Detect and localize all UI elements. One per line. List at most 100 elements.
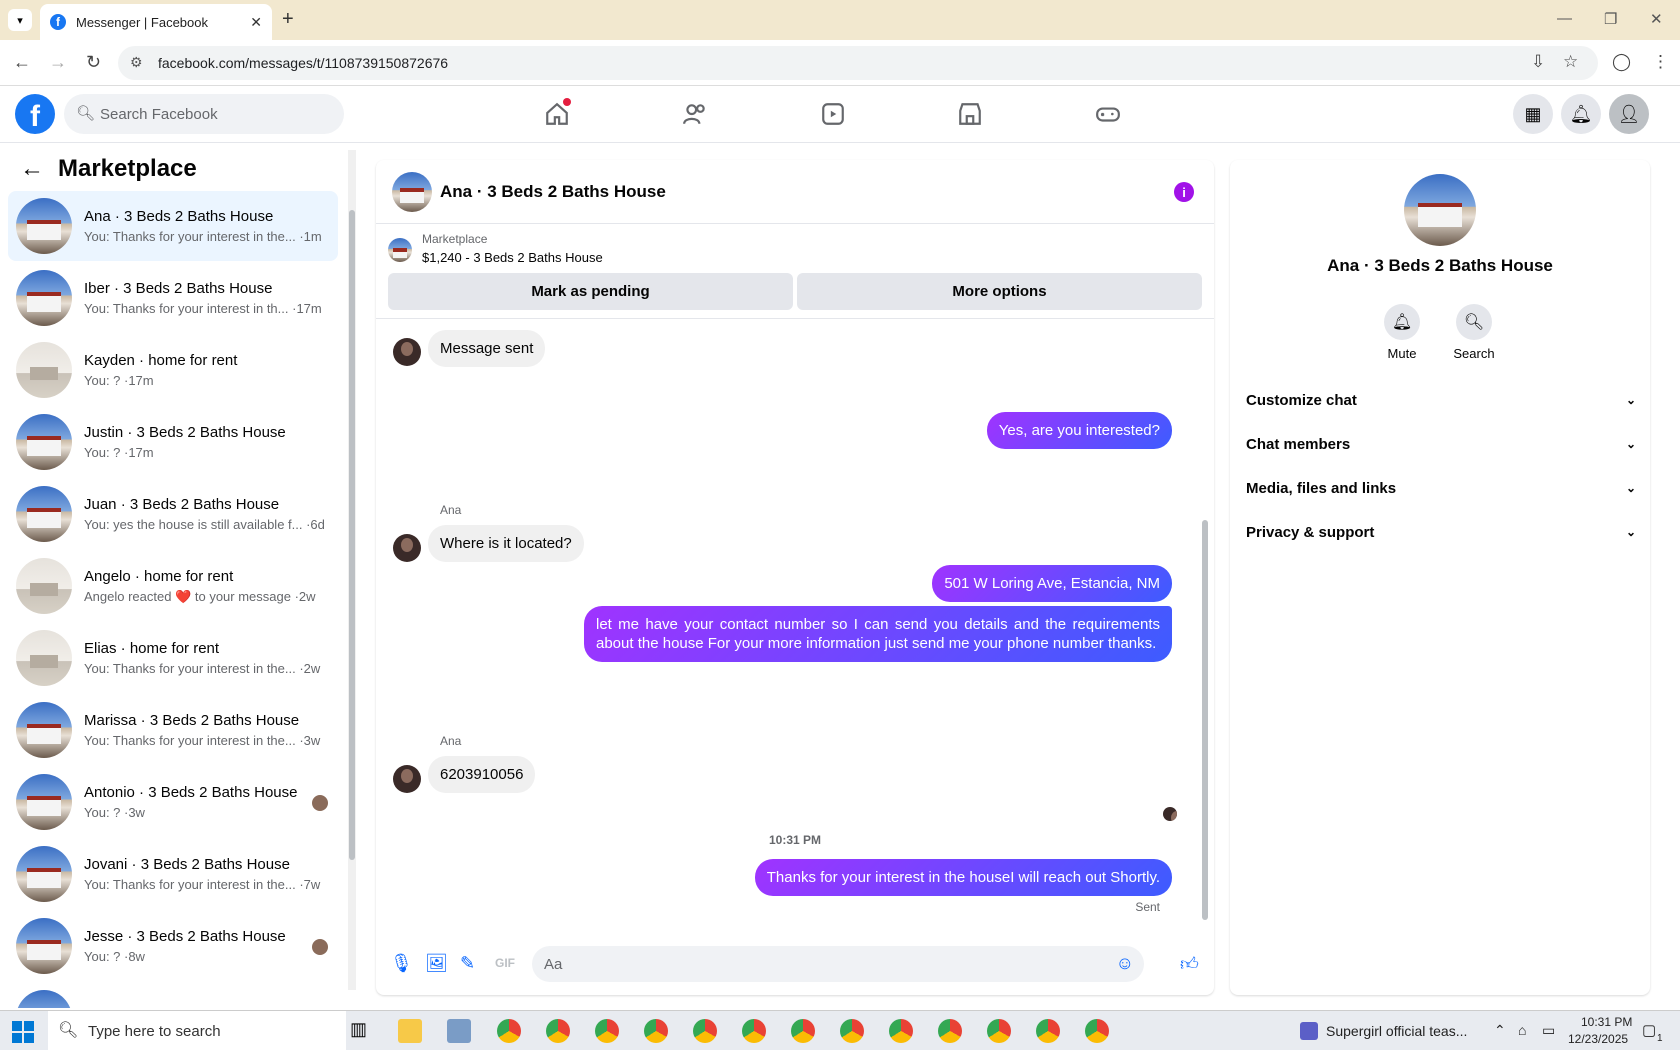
notification-center-icon[interactable]: ▢ bbox=[1642, 1021, 1656, 1039]
chat-avatar[interactable] bbox=[392, 171, 432, 212]
sidebar-scrollbar[interactable] bbox=[348, 150, 356, 990]
chrome-taskbar-icon[interactable] bbox=[791, 1019, 815, 1043]
video-nav-button[interactable] bbox=[813, 98, 853, 130]
bookmark-star-icon[interactable]: ☆ bbox=[1563, 52, 1578, 72]
home-nav-button[interactable] bbox=[537, 98, 577, 130]
chrome-taskbar-icon[interactable] bbox=[840, 1019, 864, 1043]
conversation-item[interactable]: Justin · 3 Beds 2 Baths House You: ? ·17m bbox=[8, 407, 338, 477]
conversation-item[interactable]: Marissa · 3 Beds 2 Baths House You: Thank… bbox=[8, 695, 338, 765]
task-view-icon[interactable]: ▥ bbox=[350, 1019, 374, 1043]
photo-icon[interactable]: 🖼︎ bbox=[425, 953, 448, 974]
facebook-search-input[interactable]: 🔍︎ Search Facebook bbox=[64, 94, 344, 134]
back-icon[interactable]: ← bbox=[13, 52, 31, 73]
conversation-name: Elias · home for rent bbox=[84, 640, 220, 657]
notification-count: 1 bbox=[1657, 1033, 1663, 1044]
chrome-taskbar-icon[interactable] bbox=[987, 1019, 1011, 1043]
conversation-item[interactable]: Jovani · 3 Beds 2 Baths House You: Thanks… bbox=[8, 839, 338, 909]
chrome-taskbar-icon[interactable] bbox=[546, 1019, 570, 1043]
media-files-links-section[interactable]: Media, files and links ⌄ bbox=[1246, 468, 1636, 508]
restore-button[interactable]: ❐ bbox=[1604, 10, 1617, 28]
tray-arrow-icon[interactable]: ⌃ bbox=[1494, 1022, 1506, 1039]
forward-icon[interactable]: → bbox=[49, 52, 67, 73]
reload-icon[interactable]: ↻ bbox=[86, 52, 101, 73]
details-avatar[interactable] bbox=[1404, 174, 1476, 246]
message-thread: Message sent Yes, are you interested? An… bbox=[376, 320, 1196, 930]
conversation-item[interactable]: Jesse · 3 Beds 2 Baths House You: ? ·8w bbox=[8, 911, 338, 981]
conversation-item[interactable]: Karina · 3 Beds 2 Baths House bbox=[8, 983, 338, 1008]
chrome-taskbar-icon[interactable] bbox=[1085, 1019, 1109, 1043]
section-label: Customize chat bbox=[1246, 391, 1357, 409]
conversation-thumbnail bbox=[16, 342, 72, 398]
taskbar-time[interactable]: 10:31 PM bbox=[1581, 1015, 1632, 1029]
facebook-logo[interactable]: f bbox=[15, 94, 55, 134]
conversation-item[interactable]: Kayden · home for rent You: ? ·17m bbox=[8, 335, 338, 405]
chat-scrollbar[interactable] bbox=[1200, 322, 1210, 930]
profile-icon[interactable]: ◯ bbox=[1612, 52, 1631, 72]
app-icon[interactable] bbox=[447, 1019, 471, 1043]
chrome-taskbar-icon[interactable] bbox=[938, 1019, 962, 1043]
notifications-button[interactable]: 🔔︎ bbox=[1561, 94, 1601, 134]
video-icon bbox=[822, 103, 844, 125]
conversation-item[interactable]: Antonio · 3 Beds 2 Baths House You: ? ·3w bbox=[8, 767, 338, 837]
marketplace-nav-button[interactable] bbox=[950, 98, 990, 130]
tab-search-button[interactable]: ▾ bbox=[8, 9, 32, 31]
url-bar[interactable]: ⚙ facebook.com/messages/t/11087391508726… bbox=[118, 46, 1598, 80]
windows-taskbar: 🔍︎ Type here to search ▥ Supergirl offic… bbox=[0, 1010, 1680, 1051]
chrome-taskbar-icon[interactable] bbox=[693, 1019, 717, 1043]
network-icon[interactable]: ⌂ bbox=[1518, 1022, 1526, 1038]
message-input[interactable]: Aa ☺ bbox=[532, 946, 1144, 982]
friends-nav-button[interactable] bbox=[675, 98, 715, 130]
tab-title: Messenger | Facebook bbox=[76, 14, 208, 30]
media-app-icon[interactable] bbox=[1300, 1022, 1318, 1040]
message-composer: 🎙︎ 🖼︎ ✎ GIF Aa ☺ 👍︎ bbox=[376, 935, 1214, 991]
listing-banner[interactable]: Marketplace $1,240 - 3 Beds 2 Baths Hous… bbox=[388, 232, 603, 265]
windows-start-icon[interactable] bbox=[12, 1021, 34, 1043]
taskbar-date[interactable]: 12/23/2025 bbox=[1568, 1032, 1628, 1046]
chrome-taskbar-icon[interactable] bbox=[595, 1019, 619, 1043]
menu-dots-icon[interactable]: ⋮ bbox=[1652, 52, 1669, 72]
microphone-icon[interactable]: 🎙︎ bbox=[390, 953, 413, 974]
emoji-icon[interactable]: ☺ bbox=[1116, 953, 1134, 974]
back-arrow-icon[interactable]: ← bbox=[20, 155, 44, 183]
account-avatar[interactable]: 👤︎ bbox=[1609, 94, 1649, 134]
conversation-item[interactable]: Elias · home for rent You: Thanks for you… bbox=[8, 623, 338, 693]
media-title[interactable]: Supergirl official teas... bbox=[1326, 1023, 1467, 1039]
close-tab-icon[interactable]: ✕ bbox=[250, 14, 262, 31]
taskbar-search[interactable]: 🔍︎ Type here to search bbox=[48, 1011, 346, 1051]
customize-chat-section[interactable]: Customize chat ⌄ bbox=[1246, 380, 1636, 420]
gaming-nav-button[interactable] bbox=[1088, 98, 1128, 130]
chrome-taskbar-icon[interactable] bbox=[644, 1019, 668, 1043]
mute-button[interactable]: 🔔︎ Mute bbox=[1367, 304, 1437, 361]
more-options-button[interactable]: More options bbox=[797, 273, 1202, 310]
chat-title[interactable]: Ana · 3 Beds 2 Baths House bbox=[440, 182, 666, 202]
mark-as-pending-button[interactable]: Mark as pending bbox=[388, 273, 793, 310]
conversation-item[interactable]: Ana · 3 Beds 2 Baths House You: Thanks fo… bbox=[8, 191, 338, 261]
chrome-taskbar-icon[interactable] bbox=[742, 1019, 766, 1043]
info-icon[interactable]: i bbox=[1174, 182, 1194, 202]
chrome-taskbar-icon[interactable] bbox=[1036, 1019, 1060, 1043]
new-tab-button[interactable]: + bbox=[282, 8, 294, 31]
thumbs-up-icon[interactable]: 👍︎ bbox=[1180, 953, 1199, 975]
sticker-icon[interactable]: ✎ bbox=[460, 953, 475, 974]
minimize-button[interactable]: — bbox=[1557, 10, 1572, 27]
conversation-name: Antonio · 3 Beds 2 Baths House bbox=[84, 784, 298, 801]
site-info-icon[interactable]: ⚙ bbox=[130, 54, 143, 71]
search-chat-button[interactable]: 🔍︎ Search bbox=[1439, 304, 1509, 361]
chat-members-section[interactable]: Chat members ⌄ bbox=[1246, 424, 1636, 464]
display-icon[interactable]: ▭ bbox=[1542, 1022, 1555, 1039]
sticky-notes-icon[interactable] bbox=[398, 1019, 422, 1043]
menu-grid-button[interactable]: ▦ bbox=[1513, 94, 1553, 134]
conversation-name: Jesse · 3 Beds 2 Baths House bbox=[84, 928, 286, 945]
conversation-name: Ana · 3 Beds 2 Baths House bbox=[84, 208, 274, 225]
chrome-taskbar-icon[interactable] bbox=[889, 1019, 913, 1043]
privacy-support-section[interactable]: Privacy & support ⌄ bbox=[1246, 512, 1636, 552]
gif-icon[interactable]: GIF bbox=[495, 956, 515, 970]
conversation-item[interactable]: Juan · 3 Beds 2 Baths House You: yes the … bbox=[8, 479, 338, 549]
conversation-item[interactable]: Angelo · home for rent Angelo reacted ❤️ … bbox=[8, 551, 338, 621]
close-window-button[interactable]: ✕ bbox=[1650, 10, 1663, 28]
conversation-item[interactable]: Iber · 3 Beds 2 Baths House You: Thanks f… bbox=[8, 263, 338, 333]
chrome-taskbar-icon[interactable] bbox=[497, 1019, 521, 1043]
browser-tab[interactable]: f Messenger | Facebook ✕ bbox=[40, 4, 272, 40]
taskbar-search-placeholder: Type here to search bbox=[88, 1022, 221, 1040]
install-app-icon[interactable]: ⇩ bbox=[1531, 52, 1545, 72]
